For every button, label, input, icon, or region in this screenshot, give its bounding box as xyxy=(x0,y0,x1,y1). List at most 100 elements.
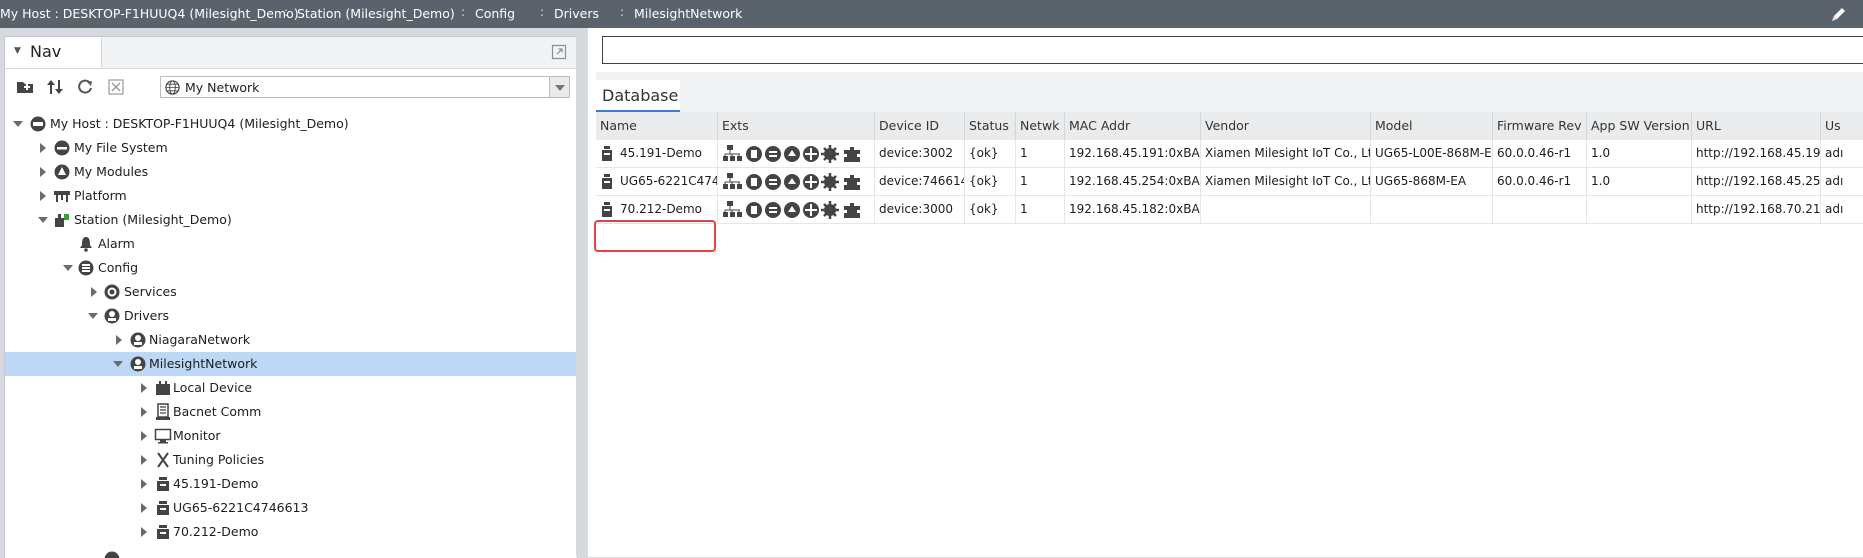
tree-item-my-file-system[interactable]: My File System xyxy=(5,136,577,160)
cell-app-sw-version: 1.0 xyxy=(1587,168,1692,195)
table-row[interactable]: UG65-6221C4746613 device:746614 {ok} 1 1… xyxy=(596,168,1863,196)
breadcrumb-item-drivers[interactable]: Drivers xyxy=(554,6,599,21)
expand-toggle[interactable] xyxy=(38,217,48,223)
tree-item-local-device[interactable]: Local Device xyxy=(5,376,577,400)
cell-device-id: device:3000 xyxy=(875,196,965,223)
breadcrumb-item-host[interactable]: My Host : DESKTOP-F1HUUQ4 (Milesight_Dem… xyxy=(0,6,299,21)
tree-item-device[interactable]: 70.212-Demo xyxy=(5,520,577,544)
cell-mac-addr: 192.168.45.191:0xBAC0 xyxy=(1065,140,1201,167)
cell-vendor: Xiamen Milesight IoT Co., Ltd. xyxy=(1201,140,1371,167)
cell-vendor: Xiamen Milesight IoT Co., Ltd. xyxy=(1201,168,1371,195)
tree-item-milesightnetwork[interactable]: MilesightNetwork xyxy=(5,352,577,376)
expand-toggle[interactable] xyxy=(141,527,147,537)
column-header-url[interactable]: URL xyxy=(1692,112,1821,140)
network-select[interactable]: My Network xyxy=(160,76,570,98)
cell-name: UG65-6221C4746613 xyxy=(596,168,718,195)
tree-item-label: Platform xyxy=(74,188,127,203)
tree-item-label: My Modules xyxy=(74,164,148,179)
expand-toggle[interactable] xyxy=(40,143,46,153)
ord-input[interactable] xyxy=(602,36,1863,64)
tree-item-label: 70.212-Demo xyxy=(173,524,258,539)
tree-item-niagaranetwork[interactable]: NiagaraNetwork xyxy=(5,328,577,352)
panel-splitter[interactable] xyxy=(576,36,588,557)
chevron-down-icon[interactable] xyxy=(549,77,569,97)
new-folder-icon[interactable] xyxy=(15,77,35,97)
pen-icon[interactable] xyxy=(1829,4,1849,24)
expand-toggle[interactable] xyxy=(63,265,73,271)
tree-item-drivers[interactable]: Drivers xyxy=(5,304,577,328)
breadcrumb-separator: : xyxy=(620,5,624,19)
table-row[interactable]: 70.212-Demo device:3000 {ok} 1 192.168.4… xyxy=(596,196,1863,224)
expand-toggle[interactable] xyxy=(141,479,147,489)
maximize-icon[interactable] xyxy=(551,44,567,60)
cell-name: 45.191-Demo xyxy=(596,140,718,167)
nav-panel: ▼ Nav My N xyxy=(4,36,578,558)
tree-item-services[interactable]: Services xyxy=(5,280,577,304)
cell-us: adı xyxy=(1821,196,1863,223)
cell-netwk: 1 xyxy=(1016,140,1065,167)
tree-item-tuning-policies[interactable]: Tuning Policies xyxy=(5,448,577,472)
tree-item-my-host[interactable]: My Host : DESKTOP-F1HUUQ4 (Milesight_Dem… xyxy=(5,112,577,136)
column-header-app-sw-version[interactable]: App SW Version xyxy=(1587,112,1692,140)
column-header-netwk[interactable]: Netwk xyxy=(1016,112,1065,140)
nav-toolbar: My Network xyxy=(5,68,577,106)
tree-item-device[interactable]: UG65-6221C4746613 xyxy=(5,496,577,520)
cell-app-sw-version xyxy=(1587,196,1692,223)
expand-toggle[interactable] xyxy=(88,313,98,319)
extension-icons[interactable] xyxy=(722,172,872,192)
tree-item-my-modules[interactable]: My Modules xyxy=(5,160,577,184)
device-icon xyxy=(600,173,614,190)
tree-item-alarm[interactable]: Alarm xyxy=(5,232,577,256)
expand-toggle[interactable] xyxy=(141,455,147,465)
tree-item-station[interactable]: Station (Milesight_Demo) xyxy=(5,208,577,232)
cell-url: http://192.168.45.191 xyxy=(1692,140,1821,167)
column-header-exts[interactable]: Exts xyxy=(718,112,875,140)
tree-item-platform[interactable]: Platform xyxy=(5,184,577,208)
platform-icon xyxy=(53,187,71,205)
tree-item-label: MilesightNetwork xyxy=(149,356,257,371)
expand-toggle[interactable] xyxy=(141,503,147,513)
nav-title: Nav xyxy=(30,42,61,61)
expand-toggle[interactable] xyxy=(113,361,123,367)
tab-database[interactable]: Database xyxy=(596,80,680,112)
column-header-mac-addr[interactable]: MAC Addr xyxy=(1065,112,1201,140)
tuning-icon xyxy=(154,451,172,469)
cell-firmware-rev xyxy=(1493,196,1587,223)
nav-tab[interactable]: ▼ Nav xyxy=(5,37,102,68)
breadcrumb-item-station[interactable]: Station (Milesight_Demo) xyxy=(297,6,455,21)
drivers-icon xyxy=(103,307,121,325)
device-icon xyxy=(154,499,172,517)
expand-toggle[interactable] xyxy=(40,167,46,177)
refresh-icon[interactable] xyxy=(75,77,95,97)
column-header-firmware-rev[interactable]: Firmware Rev xyxy=(1493,112,1587,140)
column-header-model[interactable]: Model xyxy=(1371,112,1493,140)
tree-item-label: Local Device xyxy=(173,380,252,395)
close-icon[interactable] xyxy=(106,77,126,97)
column-header-name[interactable]: Name xyxy=(596,112,718,140)
column-header-status[interactable]: Status xyxy=(965,112,1016,140)
table-row[interactable]: 45.191-Demo device:3002 {ok} 1 192.168.4… xyxy=(596,140,1863,168)
sort-icon[interactable] xyxy=(45,77,65,97)
expand-toggle[interactable] xyxy=(141,407,147,417)
dropdown-caret-icon[interactable]: ▼ xyxy=(14,46,21,56)
tree-item-bacnet-comm[interactable]: Bacnet Comm xyxy=(5,400,577,424)
expand-toggle[interactable] xyxy=(13,121,23,127)
expand-toggle[interactable] xyxy=(141,383,147,393)
tree-item-monitor[interactable]: Monitor xyxy=(5,424,577,448)
column-header-vendor[interactable]: Vendor xyxy=(1201,112,1371,140)
column-header-us[interactable]: Us xyxy=(1821,112,1863,140)
expand-toggle[interactable] xyxy=(91,287,97,297)
tree-item-device[interactable]: 45.191-Demo xyxy=(5,472,577,496)
cell-model: UG65-L00E-868M-EA xyxy=(1371,140,1493,167)
tree-item-label: NiagaraNetwork xyxy=(149,332,250,347)
breadcrumb-item-config[interactable]: Config xyxy=(475,6,515,21)
expand-toggle[interactable] xyxy=(40,191,46,201)
cell-model: UG65-868M-EA xyxy=(1371,168,1493,195)
column-header-device-id[interactable]: Device ID xyxy=(875,112,965,140)
tree-item-config[interactable]: Config xyxy=(5,256,577,280)
extension-icons[interactable] xyxy=(722,200,872,220)
breadcrumb-item-milesightnetwork[interactable]: MilesightNetwork xyxy=(634,6,742,21)
expand-toggle[interactable] xyxy=(141,431,147,441)
expand-toggle[interactable] xyxy=(116,335,122,345)
extension-icons[interactable] xyxy=(722,144,872,164)
